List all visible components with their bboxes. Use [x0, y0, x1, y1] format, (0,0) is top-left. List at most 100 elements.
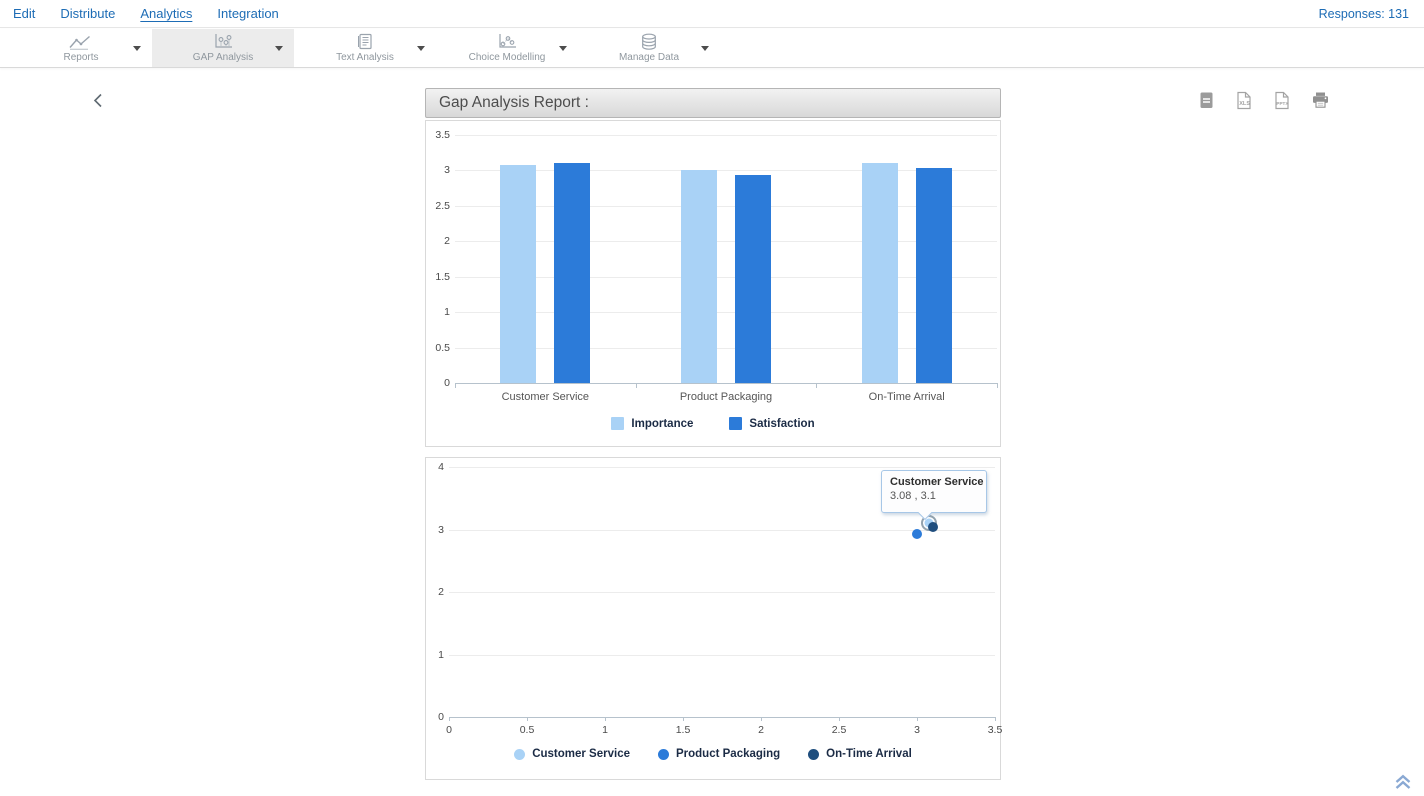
- toolbar-label-text-analysis: Text Analysis: [336, 52, 394, 63]
- legend-item-satisfaction[interactable]: Satisfaction: [729, 417, 814, 430]
- x-axis-tick-label: 2.5: [824, 724, 854, 736]
- chevron-down-icon[interactable]: [417, 46, 425, 51]
- export-pptx-button[interactable]: PPTX: [1273, 91, 1291, 110]
- bar-importance-on-time-arrival[interactable]: [862, 163, 898, 383]
- legend-dot: [514, 749, 525, 760]
- legend-item-on-time-arrival[interactable]: On-Time Arrival: [808, 748, 912, 760]
- toolbar-manage-data[interactable]: Manage Data: [578, 29, 720, 67]
- chevron-down-icon[interactable]: [275, 46, 283, 51]
- x-axis-tick-label: 0.5: [512, 724, 542, 736]
- bar-importance-product-packaging[interactable]: [681, 170, 717, 383]
- x-axis-tick-label: 3: [902, 724, 932, 736]
- y-axis-tick-label: 1: [426, 306, 450, 318]
- x-axis-tick-label: 2: [746, 724, 776, 736]
- export-toolbar: XLS PPTX: [1198, 91, 1330, 110]
- chevron-down-icon[interactable]: [133, 46, 141, 51]
- chevron-down-icon[interactable]: [701, 46, 709, 51]
- x-axis-tick: [839, 717, 840, 721]
- scatter-legend: Customer Service Product Packaging On-Time…: [426, 748, 1000, 760]
- export-word-button[interactable]: [1198, 91, 1215, 110]
- x-axis-tick-label: 1.5: [668, 724, 698, 736]
- legend-item-product-packaging[interactable]: Product Packaging: [658, 748, 780, 760]
- bar-satisfaction-on-time-arrival[interactable]: [916, 168, 952, 383]
- gap-scatter-chart: 0123400.511.522.533.5 Customer Service 3…: [425, 457, 1001, 780]
- gap-analysis-icon: [212, 33, 234, 50]
- y-axis-tick-label: 1.5: [426, 271, 450, 283]
- text-analysis-icon: [356, 33, 374, 50]
- x-axis-tick: [917, 717, 918, 721]
- app-window: Edit Distribute Analytics Integration Re…: [0, 0, 1424, 796]
- legend-item-importance[interactable]: Importance: [611, 417, 693, 430]
- nav-analytics[interactable]: Analytics: [140, 6, 192, 21]
- tooltip-series-name: Customer Service: [890, 476, 978, 488]
- toolbar-gap-analysis[interactable]: GAP Analysis: [152, 29, 294, 67]
- gap-bar-chart: 0 0.5 1 1.5 2 2.5 3 3.5 Customer Service Product …: [425, 120, 1001, 447]
- legend-label: Satisfaction: [749, 418, 814, 430]
- print-button[interactable]: [1311, 92, 1330, 109]
- nav-distribute[interactable]: Distribute: [60, 6, 115, 21]
- legend-label: On-Time Arrival: [826, 748, 912, 760]
- print-icon: [1311, 92, 1330, 109]
- x-axis-line: [449, 717, 995, 718]
- x-axis-tick-label: 3.5: [980, 724, 1010, 736]
- back-button[interactable]: [93, 93, 107, 109]
- back-chevron-icon: [93, 95, 103, 112]
- x-axis-tick: [683, 717, 684, 721]
- legend-dot: [658, 749, 669, 760]
- toolbar-label-choice-modelling: Choice Modelling: [469, 52, 546, 63]
- responses-count[interactable]: Responses: 131: [1319, 7, 1409, 21]
- x-axis-tick-label: 0: [434, 724, 464, 736]
- scatter-point-on-time-arrival[interactable]: [928, 522, 938, 532]
- category-label: Product Packaging: [646, 391, 806, 403]
- y-axis-tick-label: 2: [426, 235, 450, 247]
- gridline: [455, 135, 997, 136]
- y-axis-tick-label: 0.5: [426, 342, 450, 354]
- nav-integration[interactable]: Integration: [217, 6, 278, 21]
- y-axis-tick-label: 3.5: [426, 129, 450, 141]
- toolbar-label-reports: Reports: [63, 52, 98, 63]
- y-axis-tick-label: 1: [426, 649, 444, 661]
- page-title: Gap Analysis Report :: [439, 94, 589, 112]
- legend-label: Importance: [631, 418, 693, 430]
- x-axis-tick: [995, 717, 996, 721]
- export-xls-button[interactable]: XLS: [1235, 91, 1253, 110]
- chevron-down-icon[interactable]: [559, 46, 567, 51]
- x-axis-tick: [449, 717, 450, 721]
- top-navigation: Edit Distribute Analytics Integration Re…: [0, 0, 1424, 28]
- y-axis-tick-label: 0: [426, 377, 450, 389]
- category-label: Customer Service: [465, 391, 625, 403]
- bar-importance-customer-service[interactable]: [500, 165, 536, 383]
- toolbar-reports[interactable]: Reports: [10, 29, 152, 67]
- x-axis-tick: [527, 717, 528, 721]
- toolbar-label-gap-analysis: GAP Analysis: [193, 52, 253, 63]
- x-axis-tick: [816, 383, 817, 388]
- bar-chart-legend: Importance Satisfaction: [426, 417, 1000, 430]
- legend-item-customer-service[interactable]: Customer Service: [514, 748, 630, 760]
- y-axis-tick-label: 3: [426, 164, 450, 176]
- x-axis-tick: [455, 383, 456, 388]
- gridline: [449, 655, 995, 656]
- x-axis-tick: [761, 717, 762, 721]
- legend-label: Product Packaging: [676, 748, 780, 760]
- bar-chart-plot-area: 0 0.5 1 1.5 2 2.5 3 3.5 Customer Service Product …: [426, 121, 1000, 446]
- x-axis-tick: [997, 383, 998, 388]
- legend-swatch: [729, 417, 742, 430]
- bar-satisfaction-product-packaging[interactable]: [735, 175, 771, 383]
- x-axis-tick: [636, 383, 637, 388]
- report-document-icon: [1198, 91, 1215, 110]
- category-label: On-Time Arrival: [827, 391, 987, 403]
- scroll-to-top-button[interactable]: [1394, 774, 1412, 795]
- nav-edit[interactable]: Edit: [13, 6, 35, 21]
- scatter-point-product-packaging[interactable]: [912, 529, 922, 539]
- toolbar-choice-modelling[interactable]: Choice Modelling: [436, 29, 578, 67]
- svg-text:XLS: XLS: [1239, 101, 1250, 107]
- tooltip-value: 3.08 , 3.1: [890, 490, 978, 502]
- y-axis-tick-label: 2.5: [426, 200, 450, 212]
- bar-satisfaction-customer-service[interactable]: [554, 163, 590, 383]
- legend-label: Customer Service: [532, 748, 630, 760]
- tooltip: Customer Service 3.08 , 3.1: [881, 470, 987, 513]
- x-axis-tick-label: 1: [590, 724, 620, 736]
- y-axis-tick-label: 2: [426, 586, 444, 598]
- gridline: [449, 592, 995, 593]
- toolbar-text-analysis[interactable]: Text Analysis: [294, 29, 436, 67]
